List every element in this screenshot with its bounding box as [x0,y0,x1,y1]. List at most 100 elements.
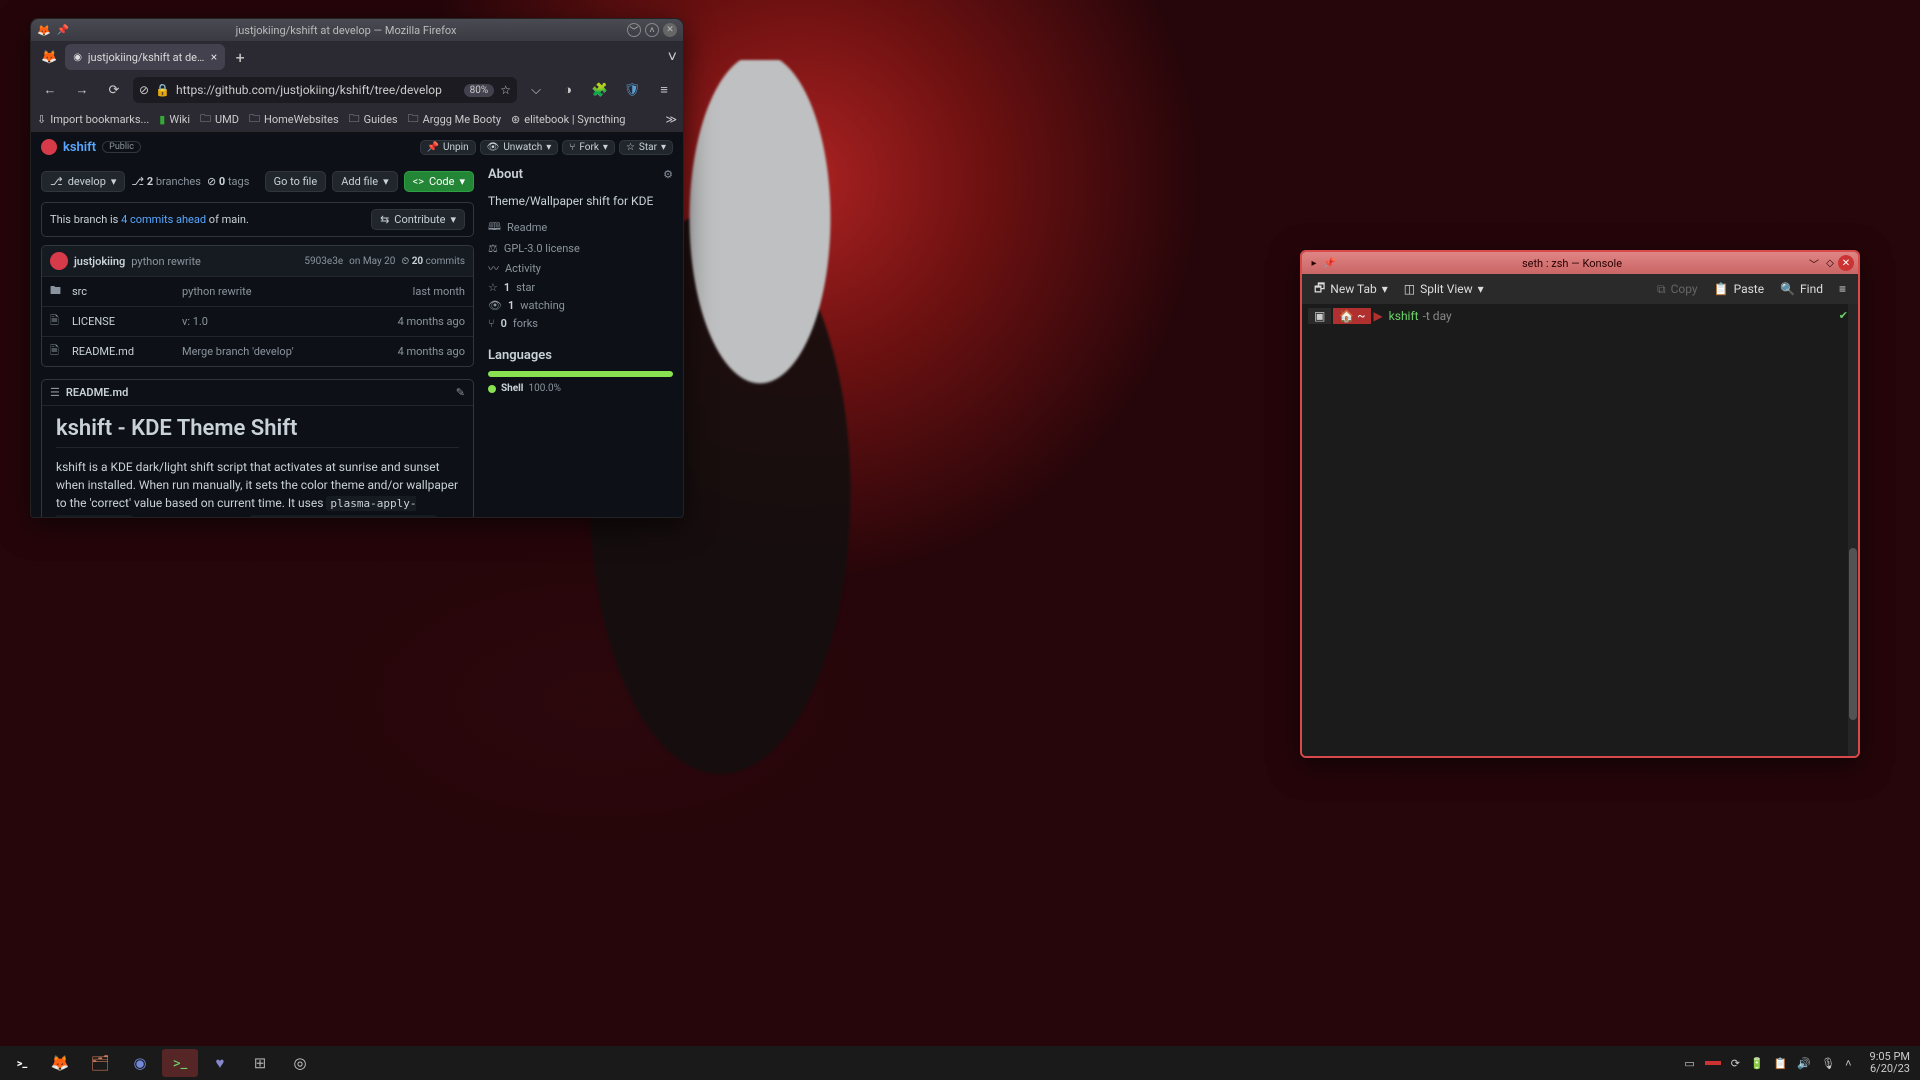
code-button[interactable]: <> Code ▾ [404,171,474,192]
minimize-button[interactable]: ﹀ [1806,255,1822,271]
task-app2[interactable]: ⊞ [242,1049,278,1077]
file-row[interactable]: 🗎 LICENSE v: 1.0 4 months ago [42,306,473,336]
latest-commit-row[interactable]: justjokiing python rewrite 5903e3e on Ma… [42,246,473,276]
copy-button[interactable]: ⧉ Copy [1651,279,1704,300]
branch-selector[interactable]: ⎇ develop ▾ [41,171,125,192]
contribute-button[interactable]: ⇆ Contribute ▾ [371,209,465,230]
language-shell[interactable]: Shell 100.0% [488,383,673,394]
tab-active[interactable]: ◉ justjokiing/kshift at develo × [65,44,225,70]
clock[interactable]: 9:05 PM 6/20/23 [1870,1051,1910,1074]
gear-icon[interactable]: ⚙ [663,168,673,181]
bm-overflow[interactable]: ≫ [665,113,677,126]
reload-button[interactable]: ⟳ [101,77,127,103]
scroll-thumb[interactable] [1849,548,1857,720]
stars-link[interactable]: ☆ 1 star [488,281,673,294]
commit-author[interactable]: justjokiing [74,255,125,268]
scrollbar[interactable] [1848,304,1858,756]
tray-battery-icon[interactable]: 🔋 [1750,1057,1764,1070]
window-title: justjokiing/kshift at develop — Mozilla … [69,24,623,37]
tray-clipboard-icon[interactable]: 📋 [1774,1057,1788,1070]
firefox-icon: 🦊 [37,24,51,37]
tray-flag-icon[interactable] [1705,1061,1721,1065]
find-button[interactable]: 🔍 Find [1774,279,1829,299]
bm-umd[interactable]: 🗀UMD [200,110,239,129]
repo-name[interactable]: kshift [63,140,96,155]
hamburger-icon[interactable]: ≡ [651,77,677,103]
unpin-button[interactable]: 📌 Unpin [420,140,476,155]
shield-icon[interactable]: ◑ [555,77,581,103]
branches-link[interactable]: ⎇ 2 branches [131,175,201,188]
readme-link[interactable]: 🕮 Readme [488,218,673,237]
file-row[interactable]: 🗎 README.md Merge branch 'develop' 4 mon… [42,336,473,366]
list-icon[interactable]: ☰ [50,386,60,399]
goto-file-button[interactable]: Go to file [265,171,327,192]
firefox-home-icon[interactable]: 🦊 [41,50,57,65]
new-tab-button[interactable]: + [229,46,251,68]
split-view-button[interactable]: ◫ Split View ▾ [1398,279,1490,299]
task-discord[interactable]: ◉ [122,1049,158,1077]
import-bookmarks[interactable]: ⇩Import bookmarks... [37,113,149,126]
extension-icon[interactable]: 🧩 [587,77,613,103]
tray-mic-icon[interactable]: 🎙 [1821,1057,1835,1070]
tab-close-icon[interactable]: × [211,50,217,64]
tracking-icon[interactable]: ⊘ [139,83,149,97]
pocket-icon[interactable]: ⌵ [523,77,549,103]
zoom-badge[interactable]: 80% [464,84,495,97]
address-bar[interactable]: ⊘ 🔒 https://github.com/justjokiing/kshif… [133,77,517,103]
forks-link[interactable]: ⑂ 0 forks [488,317,673,330]
konsole-titlebar[interactable]: ▸ 📌 seth : zsh — Konsole ﹀ ◇ ✕ [1302,252,1858,274]
maximize-button[interactable]: ˄ [645,23,659,37]
new-tab-button[interactable]: 🗗 New Tab ▾ [1308,276,1394,303]
task-obs[interactable]: ◎ [282,1049,318,1077]
tray-workspace-icon[interactable]: ▭ [1684,1057,1694,1070]
bm-homewebsites[interactable]: 🗀HomeWebsites [249,110,339,129]
back-button[interactable]: ← [37,77,63,103]
bm-syncthing[interactable]: ⊛elitebook | Syncthing [511,113,625,126]
maximize-button[interactable]: ◇ [1822,255,1838,271]
commits-link[interactable]: ⏲ 20 commits [401,256,465,267]
task-files[interactable]: 🗂 [82,1049,118,1077]
repo-avatar [41,139,57,155]
add-file-button[interactable]: Add file ▾ [332,171,397,192]
tray-update-icon[interactable]: ⟳ [1731,1057,1740,1070]
close-button[interactable]: ✕ [1838,255,1854,271]
pin-icon[interactable]: 📌 [1322,255,1338,271]
tray-chevron-icon[interactable]: ˄ [1845,1057,1851,1070]
terminal[interactable]: ▣ 🏠 ~ ▶ kshift -t day ✔ [1302,304,1858,756]
license-link[interactable]: ⚖ GPL-3.0 license [488,242,673,255]
bm-wiki[interactable]: ▮Wiki [159,113,190,126]
bm-guides[interactable]: 🗀Guides [349,110,398,129]
command-args: -t day [1423,309,1452,323]
fork-button[interactable]: ⑂ Fork ▾ [562,140,615,155]
commits-ahead-link[interactable]: 4 commits ahead [121,213,206,226]
folder-icon: 🖿 [50,282,64,301]
firefox-titlebar[interactable]: 🦊 📌 justjokiing/kshift at develop — Mozi… [31,19,683,41]
hamburger-icon[interactable]: ≡ [1833,279,1852,299]
forward-button[interactable]: → [69,77,95,103]
file-row[interactable]: 🖿 src python rewrite last month [42,276,473,306]
edit-icon[interactable]: ✎ [456,386,465,399]
tab-list-button[interactable]: ˅ [668,47,677,67]
task-app1[interactable]: ♥ [202,1049,238,1077]
commit-hash[interactable]: 5903e3e [304,256,343,267]
url-text: https://github.com/justjokiing/kshift/tr… [176,83,458,97]
task-firefox[interactable]: 🦊 [42,1049,78,1077]
close-button[interactable]: ✕ [663,23,677,37]
paste-button[interactable]: 📋 Paste [1708,279,1770,299]
lock-icon[interactable]: 🔒 [155,83,170,97]
tray-volume-icon[interactable]: 🔊 [1797,1057,1811,1070]
star-button[interactable]: ☆ Star ▾ [619,140,673,155]
task-konsole[interactable]: >_ [162,1049,198,1077]
minimize-button[interactable]: ﹀ [627,23,641,37]
start-button[interactable]: >_ [10,1051,34,1075]
bm-arggg[interactable]: 🗀Arggg Me Booty [408,110,501,129]
unwatch-button[interactable]: 👁 Unwatch ▾ [480,140,559,155]
watching-link[interactable]: 👁 1 watching [488,299,673,312]
tags-link[interactable]: ⊘ 0 tags [207,175,249,188]
bitwarden-icon[interactable]: 🛡 [619,77,645,103]
activity-link[interactable]: 〰 Activity [488,260,673,276]
pin-icon[interactable]: 📌 [57,25,69,36]
star-icon[interactable]: ☆ [500,83,511,97]
prompt-segment-home: 🏠 ~ [1333,308,1371,324]
konsole-window: ▸ 📌 seth : zsh — Konsole ﹀ ◇ ✕ 🗗 New Tab… [1300,250,1860,758]
